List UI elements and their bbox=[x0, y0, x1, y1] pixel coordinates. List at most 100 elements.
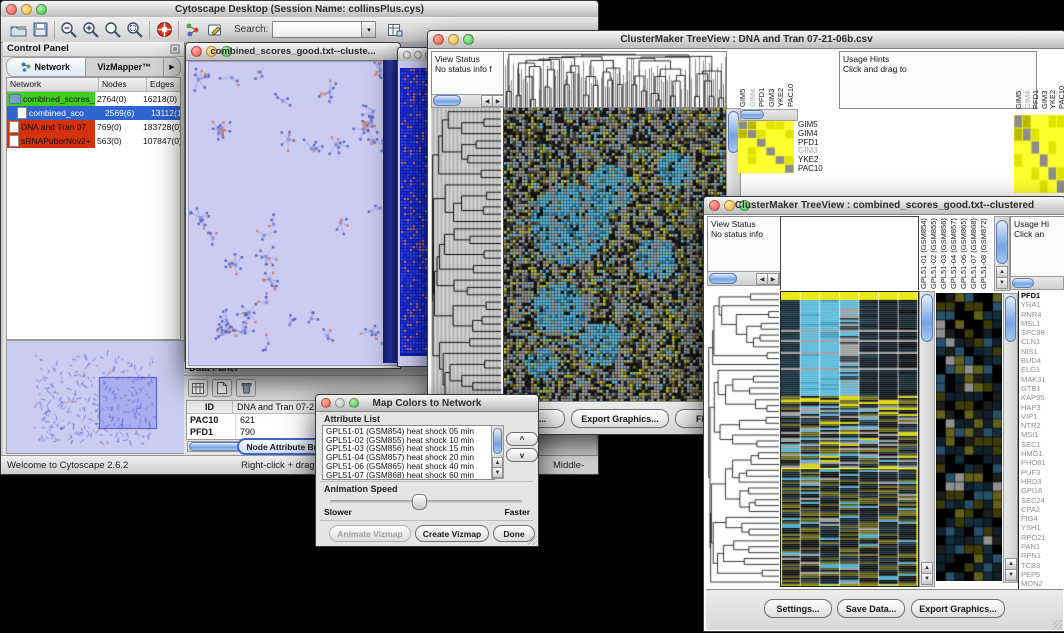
gene-label: ELG1 bbox=[1021, 365, 1064, 374]
resize-grip[interactable] bbox=[1053, 620, 1062, 629]
zoom-vscrollbar[interactable]: ▲ ▼ bbox=[1003, 293, 1018, 583]
view-status-hscrollbar[interactable]: ◀ ▶ bbox=[707, 271, 780, 286]
network-nodes-icon[interactable] bbox=[182, 20, 204, 40]
float-panel-icon[interactable] bbox=[170, 44, 180, 54]
network-row-selected[interactable]: combined_sco 2569(6) 13112(15) bbox=[7, 106, 180, 120]
save-data-button[interactable]: Save Data... bbox=[837, 599, 905, 618]
cluster-matrix-canvas[interactable] bbox=[738, 121, 794, 173]
network-row[interactable]: sRNAPuberNov2+ 563(0) 107847(0) bbox=[7, 134, 180, 148]
zoom-selected-button[interactable] bbox=[102, 20, 124, 40]
create-vizmap-button[interactable]: Create Vizmap bbox=[415, 525, 489, 542]
zoomview-matrix-canvas[interactable] bbox=[1014, 115, 1064, 193]
select-attributes-icon[interactable] bbox=[188, 379, 208, 397]
export-graphics-button[interactable]: Export Graphics... bbox=[911, 599, 1005, 618]
attr-col-id[interactable]: ID bbox=[187, 401, 233, 413]
col-nodes[interactable]: Nodes bbox=[99, 78, 147, 91]
scroll-thumb[interactable] bbox=[709, 273, 737, 284]
scroll-down-icon[interactable]: ▼ bbox=[921, 573, 933, 585]
delete-attribute-icon[interactable] bbox=[236, 379, 256, 397]
birdseye-canvas[interactable] bbox=[7, 341, 182, 451]
slower-label: Slower bbox=[324, 507, 352, 517]
gene-label: RNR4 bbox=[1021, 310, 1064, 319]
zoom-in-button[interactable] bbox=[80, 20, 102, 40]
array-label: GPL51-02 (GSM855) bbox=[929, 216, 939, 289]
row-dendrogram-canvas[interactable] bbox=[431, 108, 501, 401]
scroll-right-icon[interactable]: ▶ bbox=[767, 273, 779, 285]
search-dropdown-icon[interactable]: ▾ bbox=[362, 21, 376, 38]
resize-grip[interactable] bbox=[528, 536, 537, 545]
labels-vscrollbar[interactable]: ▲ ▼ bbox=[994, 216, 1010, 291]
column-dendrogram-canvas[interactable] bbox=[503, 51, 727, 108]
tab-vizmapper-label: VizMapper™ bbox=[97, 62, 151, 72]
attribute-list[interactable]: GPL51-01 (GSM854) heat shock 05 minGPL51… bbox=[322, 425, 495, 480]
col-network[interactable]: Network bbox=[7, 78, 99, 91]
network-canvas[interactable] bbox=[188, 61, 398, 366]
search-input[interactable] bbox=[272, 21, 362, 38]
tab-network[interactable]: Network bbox=[7, 58, 86, 76]
scroll-thumb[interactable] bbox=[433, 95, 461, 106]
settings-button[interactable]: Settings... bbox=[764, 599, 832, 618]
network-row[interactable]: combined_scores_ 2764(0) 16218(0) bbox=[7, 92, 180, 106]
scroll-thumb[interactable] bbox=[1012, 278, 1034, 288]
scroll-thumb[interactable] bbox=[996, 220, 1008, 264]
column-label: PFD1 bbox=[1031, 54, 1040, 109]
col-edges[interactable]: Edges bbox=[147, 78, 180, 91]
scroll-thumb[interactable] bbox=[921, 294, 933, 342]
network-row[interactable]: DNA and Tran 07 769(0) 183728(0) bbox=[7, 120, 180, 134]
main-titlebar[interactable]: Cytoscape Desktop (Session Name: collins… bbox=[1, 1, 598, 18]
scroll-down-icon[interactable]: ▼ bbox=[996, 277, 1008, 289]
zoom-fit-button[interactable] bbox=[124, 20, 146, 40]
speed-slider-thumb[interactable] bbox=[412, 494, 427, 510]
gene-label: HAP3 bbox=[1021, 403, 1064, 412]
tab-vizmapper[interactable]: VizMapper™ bbox=[86, 58, 164, 76]
help-lifering-icon[interactable] bbox=[153, 20, 175, 40]
animate-vizmap-button[interactable]: Animate Vizmap bbox=[329, 525, 411, 542]
treeview-dna-title: ClusterMaker TreeView : DNA and Tran 07-… bbox=[428, 34, 1064, 45]
gene-label: PEP5 bbox=[1021, 570, 1064, 579]
dialog-titlebar[interactable]: Map Colors to Network bbox=[316, 395, 538, 412]
scroll-thumb[interactable] bbox=[740, 110, 764, 119]
network-table-header: Network Nodes Edges bbox=[7, 78, 180, 92]
view-status-panel: View Status No status info bbox=[707, 216, 784, 275]
gene-label: HRD3 bbox=[1021, 477, 1064, 486]
scroll-down-icon[interactable]: ▼ bbox=[492, 467, 503, 478]
scroll-thumb[interactable] bbox=[1005, 296, 1016, 342]
birdseye-overview[interactable] bbox=[6, 340, 185, 454]
heatmap-vscrollbar[interactable]: ▲ ▼ bbox=[919, 291, 935, 587]
heatmap-canvas[interactable] bbox=[503, 108, 726, 401]
gene-label: GPI16 bbox=[1021, 486, 1064, 495]
row-dendrogram-canvas[interactable] bbox=[707, 291, 779, 585]
export-graphics-button[interactable]: Export Graphics... bbox=[571, 409, 669, 428]
attribute-item[interactable]: GPL51-07 (GSM868) heat shock 60 min bbox=[326, 471, 494, 480]
chevron-right-icon: ▶ bbox=[169, 63, 174, 71]
open-file-button[interactable] bbox=[7, 20, 29, 40]
zoom-out-button[interactable] bbox=[58, 20, 80, 40]
dialog-title: Map Colors to Network bbox=[316, 398, 538, 409]
search-label: Search: bbox=[234, 24, 268, 35]
heatmap-canvas[interactable] bbox=[780, 291, 919, 587]
view-status-panel: View Status No status info f bbox=[431, 51, 509, 99]
annotation-icon[interactable] bbox=[204, 20, 226, 40]
treeview-combined-titlebar[interactable]: ClusterMaker TreeView : combined_scores_… bbox=[704, 197, 1064, 215]
view-status-title: View Status bbox=[711, 219, 780, 229]
scroll-down-icon[interactable]: ▼ bbox=[1005, 569, 1017, 581]
move-up-button[interactable]: ^ bbox=[506, 432, 538, 446]
gene-label: YRA1 bbox=[1021, 300, 1064, 309]
zoom-heatmap-canvas[interactable] bbox=[936, 293, 1002, 581]
table-import-icon[interactable] bbox=[384, 20, 406, 40]
column-label: GIM4 bbox=[1023, 54, 1032, 109]
move-down-button[interactable]: v bbox=[506, 448, 538, 462]
column-dendrogram-area[interactable] bbox=[780, 216, 919, 290]
usage-hints-hscrollbar[interactable] bbox=[1010, 276, 1064, 290]
view-status-hscrollbar[interactable]: ◀ ▶ bbox=[431, 94, 505, 108]
attribute-list-vscrollbar[interactable]: ▲ ▼ bbox=[491, 425, 504, 479]
scroll-thumb[interactable] bbox=[493, 428, 502, 454]
new-attribute-icon[interactable] bbox=[212, 379, 232, 397]
usage-hints-panel: Usage Hi Click an bbox=[1010, 216, 1064, 279]
treeview-dna-titlebar[interactable]: ClusterMaker TreeView : DNA and Tran 07-… bbox=[428, 31, 1064, 49]
save-session-button[interactable] bbox=[29, 20, 51, 40]
network-view-titlebar[interactable]: combined_scores_good.txt--cluste... bbox=[186, 43, 400, 61]
minimize-icon bbox=[414, 51, 422, 59]
zoomview-hscrollbar[interactable] bbox=[738, 109, 798, 121]
tab-overflow-button[interactable]: ▶ bbox=[163, 58, 180, 76]
